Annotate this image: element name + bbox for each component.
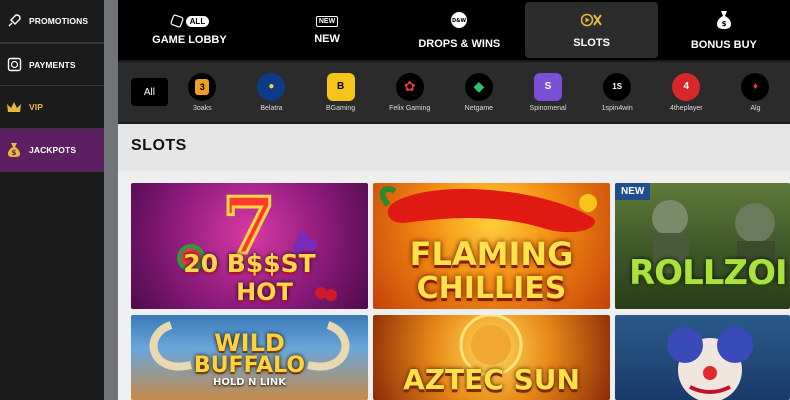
svg-text:D&W: D&W [452, 18, 467, 24]
tab-slots[interactable]: SLOTS [525, 2, 658, 58]
provider-1spin4win[interactable]: 1S 1spin4win [583, 72, 652, 112]
game-tile-aztec-sun[interactable]: AZTEC SUN [373, 315, 610, 400]
sidebar-item-label: PAYMENTS [29, 59, 76, 70]
provider-bgaming[interactable]: B BGaming [306, 72, 375, 112]
sidebar-item-label: JACKPOTS [29, 145, 77, 155]
provider-logo-icon: ◆ [464, 72, 493, 101]
tab-game-lobby[interactable]: ALL GAME LOBBY [118, 2, 261, 58]
game-tile-rollzoi[interactable]: NEW ROLLZOI [615, 183, 790, 309]
provider-name: Netgame [464, 104, 494, 112]
provider-logo-icon: 4 [672, 72, 701, 101]
drops-wins-logo-icon: D&W [448, 11, 470, 32]
rocket-icon [6, 13, 22, 29]
all-games-icon: ALL [170, 14, 210, 28]
game-tile-20-boost-hot[interactable]: 7 20 B$$ST HOT [131, 183, 368, 309]
provider-felix-gaming[interactable]: ✿ Felix Gaming [375, 72, 444, 112]
clown-art [667, 327, 753, 400]
provider-name: 1spin4win [601, 104, 633, 112]
provider-name: 4theplayer [669, 104, 703, 112]
top-nav: ALL GAME LOBBY NEW NEW D&W DROPS & WINS … [118, 0, 790, 60]
tab-new[interactable]: NEW NEW [261, 2, 393, 58]
moneybag-icon: $ [6, 142, 22, 158]
game-title: FLAMING [409, 235, 574, 273]
game-title: CHILLIES [416, 271, 567, 306]
provider-name: BGaming [326, 104, 356, 112]
new-icon: NEW [315, 15, 339, 27]
provider-name: Spinomenal [529, 104, 567, 112]
provider-netgame[interactable]: ◆ Netgame [444, 72, 513, 112]
sidebar-divider [104, 0, 118, 400]
provider-belatra[interactable]: ● Belatra [237, 72, 306, 112]
crown-icon [6, 99, 22, 115]
provider-3oaks[interactable]: 3 3oaks [168, 72, 237, 112]
game-subtitle: HOLD N LINK [212, 377, 287, 388]
sidebar-item-label: VIP [29, 102, 44, 112]
game-title: AZTEC SUN [403, 363, 580, 396]
bonus-bag-icon: $ [716, 10, 732, 33]
sidebar-item-payments[interactable]: PAYMENTS [0, 43, 104, 86]
tab-label: DROPS & WINS [418, 37, 501, 50]
tab-label: SLOTS [573, 36, 610, 49]
new-badge: NEW [615, 183, 651, 200]
provider-spinomenal[interactable]: S Spinomenal [513, 72, 582, 112]
provider-filter-bar: All 3 3oaks ● Belatra B BGaming ✿ Felix … [118, 62, 790, 122]
game-title: 20 B$$ST [183, 249, 316, 278]
game-tile-wild-buffalo[interactable]: WILD BUFFALO HOLD N LINK [131, 315, 368, 400]
game-title: HOT [236, 278, 293, 306]
game-title: ROLLZOI [629, 253, 788, 293]
provider-name: Alg [750, 104, 761, 112]
section-header [118, 124, 790, 171]
sidebar-item-vip[interactable]: VIP [0, 86, 104, 129]
provider-logo-icon: ♦ [741, 72, 770, 101]
sidebar-item-promotions[interactable]: PROMOTIONS [0, 0, 104, 43]
tab-label: BONUS BUY [690, 38, 757, 51]
provider-name: Felix Gaming [389, 104, 431, 112]
svg-text:$: $ [12, 149, 17, 157]
tab-label: NEW [314, 32, 340, 45]
game-tile-clown[interactable] [615, 315, 790, 400]
tab-bonus-buy[interactable]: $ BONUS BUY [658, 2, 790, 58]
slots-icon [580, 12, 603, 31]
provider-logo-icon: ● [257, 72, 286, 101]
svg-text:$: $ [721, 20, 726, 28]
provider-logo-icon: ✿ [395, 72, 424, 101]
provider-4theplayer[interactable]: 4 4theplayer [652, 72, 721, 112]
provider-logo-icon: 1S [603, 72, 632, 101]
provider-logo-icon: S [534, 72, 563, 101]
page-title: SLOTS [131, 137, 187, 154]
sidebar-item-label: PROMOTIONS [29, 16, 89, 26]
provider-all-button[interactable]: All [131, 78, 168, 106]
main-content: SLOTS 7 20 B$$ST HOT FLAMING CHILLIES NE… [118, 124, 790, 400]
tab-drops-wins[interactable]: D&W DROPS & WINS [393, 2, 525, 58]
provider-name: 3oaks [192, 104, 212, 112]
provider-logo-icon: 3 [188, 72, 217, 101]
tab-label: GAME LOBBY [152, 34, 227, 46]
safe-icon [6, 57, 22, 73]
provider-alg[interactable]: ♦ Alg [721, 72, 790, 112]
sidebar-item-jackpots[interactable]: $ JACKPOTS [0, 129, 104, 172]
sidebar: PROMOTIONS PAYMENTS VIP $ JACKPOTS [0, 0, 104, 400]
game-title: BUFFALO [193, 353, 306, 378]
game-tile-flaming-chillies[interactable]: FLAMING CHILLIES [373, 183, 610, 309]
provider-logo-icon: B [326, 72, 355, 101]
provider-name: Belatra [260, 104, 283, 112]
